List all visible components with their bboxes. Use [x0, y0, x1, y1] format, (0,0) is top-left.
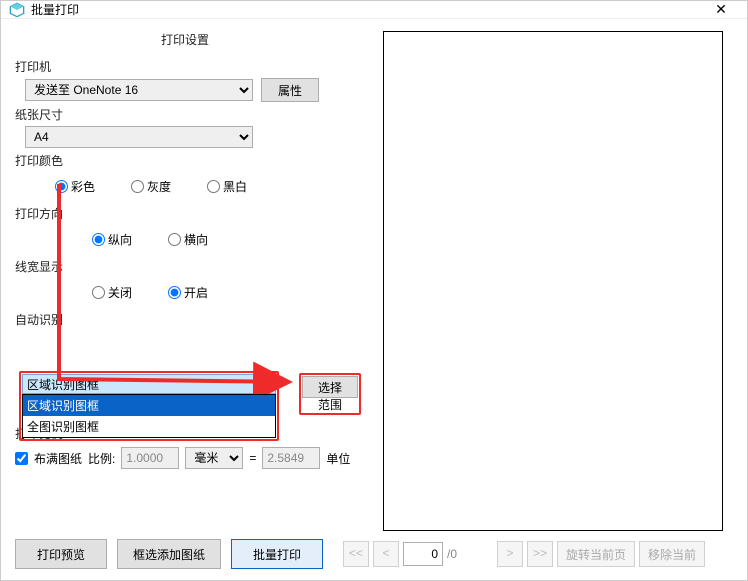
add-frame-button[interactable]: 框选添加图纸: [117, 539, 221, 569]
fill-paper-checkbox[interactable]: [15, 452, 28, 465]
window-title: 批量打印: [31, 1, 703, 18]
ratio-value: [121, 447, 179, 469]
section-title: 打印设置: [15, 27, 355, 54]
page-prev-button[interactable]: <: [373, 541, 399, 567]
orientation-landscape[interactable]: 横向: [168, 231, 208, 248]
color-opt-gray[interactable]: 灰度: [131, 178, 171, 195]
printer-label: 打印机: [15, 58, 355, 75]
color-label: 打印颜色: [15, 152, 355, 169]
lineweight-off[interactable]: 关闭: [92, 284, 132, 301]
unit-value: [262, 447, 320, 469]
autodetect-opt-full[interactable]: 全图识别图框: [23, 416, 275, 437]
lineweight-on[interactable]: 开启: [168, 284, 208, 301]
rotate-button[interactable]: 旋转当前页: [557, 541, 635, 567]
preview-button[interactable]: 打印预览: [15, 539, 107, 569]
page-input[interactable]: [403, 542, 443, 566]
printer-select[interactable]: 发送至 OneNote 16: [25, 79, 253, 101]
page-next-button[interactable]: >: [497, 541, 523, 567]
close-icon[interactable]: ✕: [703, 1, 739, 18]
remove-button[interactable]: 移除当前: [639, 541, 705, 567]
color-opt-color[interactable]: 彩色: [55, 178, 95, 195]
ratio-label: 比例:: [88, 450, 115, 467]
batch-print-button[interactable]: 批量打印: [231, 539, 323, 569]
page-first-button[interactable]: <<: [343, 541, 369, 567]
autodetect-selected: 区域识别图框: [27, 376, 99, 393]
equals: =: [249, 451, 256, 465]
fill-paper-label: 布满图纸: [34, 450, 82, 467]
paper-select[interactable]: A4: [25, 126, 253, 148]
preview-area: [383, 31, 723, 531]
color-opt-bw[interactable]: 黑白: [207, 178, 247, 195]
orientation-label: 打印方向: [15, 205, 355, 222]
lineweight-label: 线宽显示: [15, 258, 355, 275]
orientation-portrait[interactable]: 纵向: [92, 231, 132, 248]
paper-label: 纸张尺寸: [15, 106, 355, 123]
autodetect-dropdown[interactable]: 区域识别图框 区域识别图框 全图识别图框: [19, 371, 279, 441]
properties-button[interactable]: 属性: [261, 78, 319, 102]
app-logo-icon: [9, 2, 25, 18]
title-bar: 批量打印 ✕: [1, 1, 747, 19]
unit-select[interactable]: 毫米: [185, 447, 243, 469]
select-range-button[interactable]: 选择范围: [302, 376, 358, 398]
page-total: /0: [447, 547, 457, 561]
page-last-button[interactable]: >>: [527, 541, 553, 567]
autodetect-label: 自动识别: [15, 311, 355, 328]
autodetect-opt-area[interactable]: 区域识别图框: [23, 395, 275, 416]
unit-suffix: 单位: [326, 450, 350, 467]
